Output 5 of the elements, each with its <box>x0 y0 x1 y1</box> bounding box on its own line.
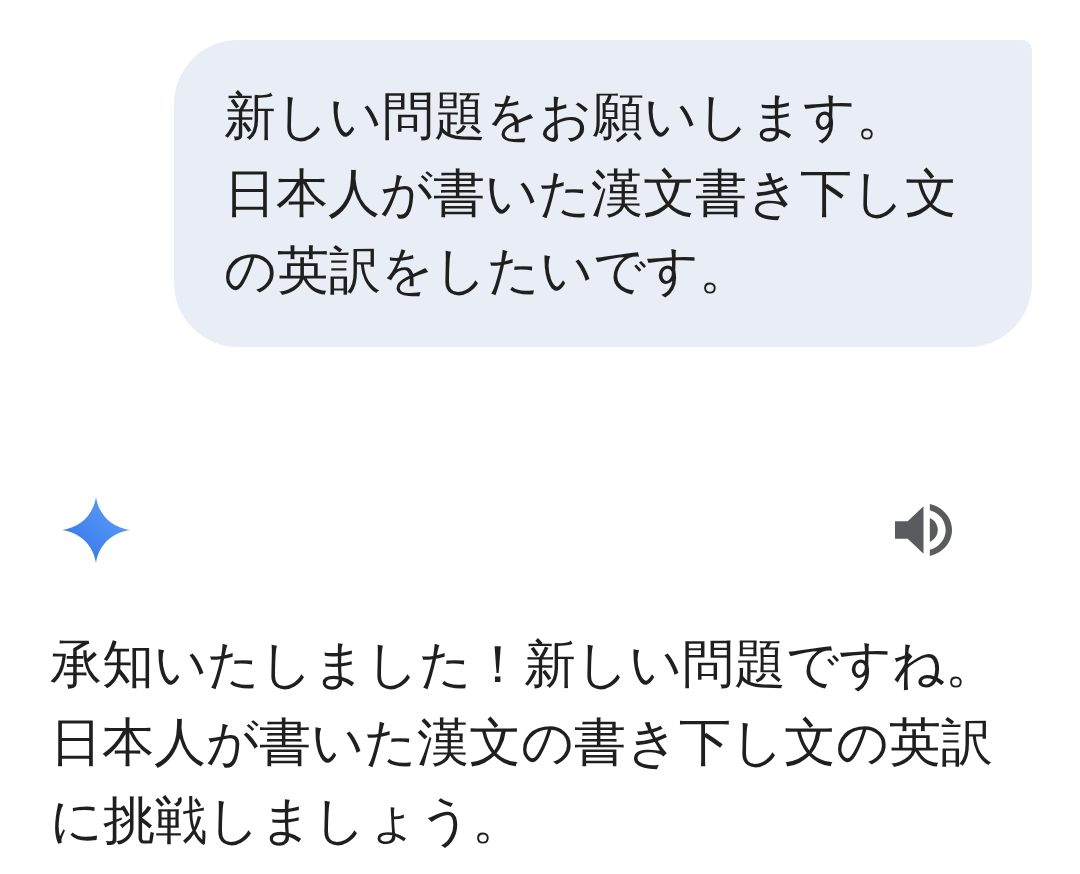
sparkle-icon <box>62 497 130 563</box>
speaker-button[interactable] <box>895 504 952 556</box>
user-message-text: 新しい問題をお願いします。 <box>224 85 909 148</box>
user-message-text: 日本人が書いた漢文書き下し文の英訳をしたいです。 <box>224 162 958 302</box>
response-text: 承知いたしました！新しい問題ですね。日本人が書いた漢文の書き下し文の英訳に挑戦しましょう。 <box>50 633 998 852</box>
